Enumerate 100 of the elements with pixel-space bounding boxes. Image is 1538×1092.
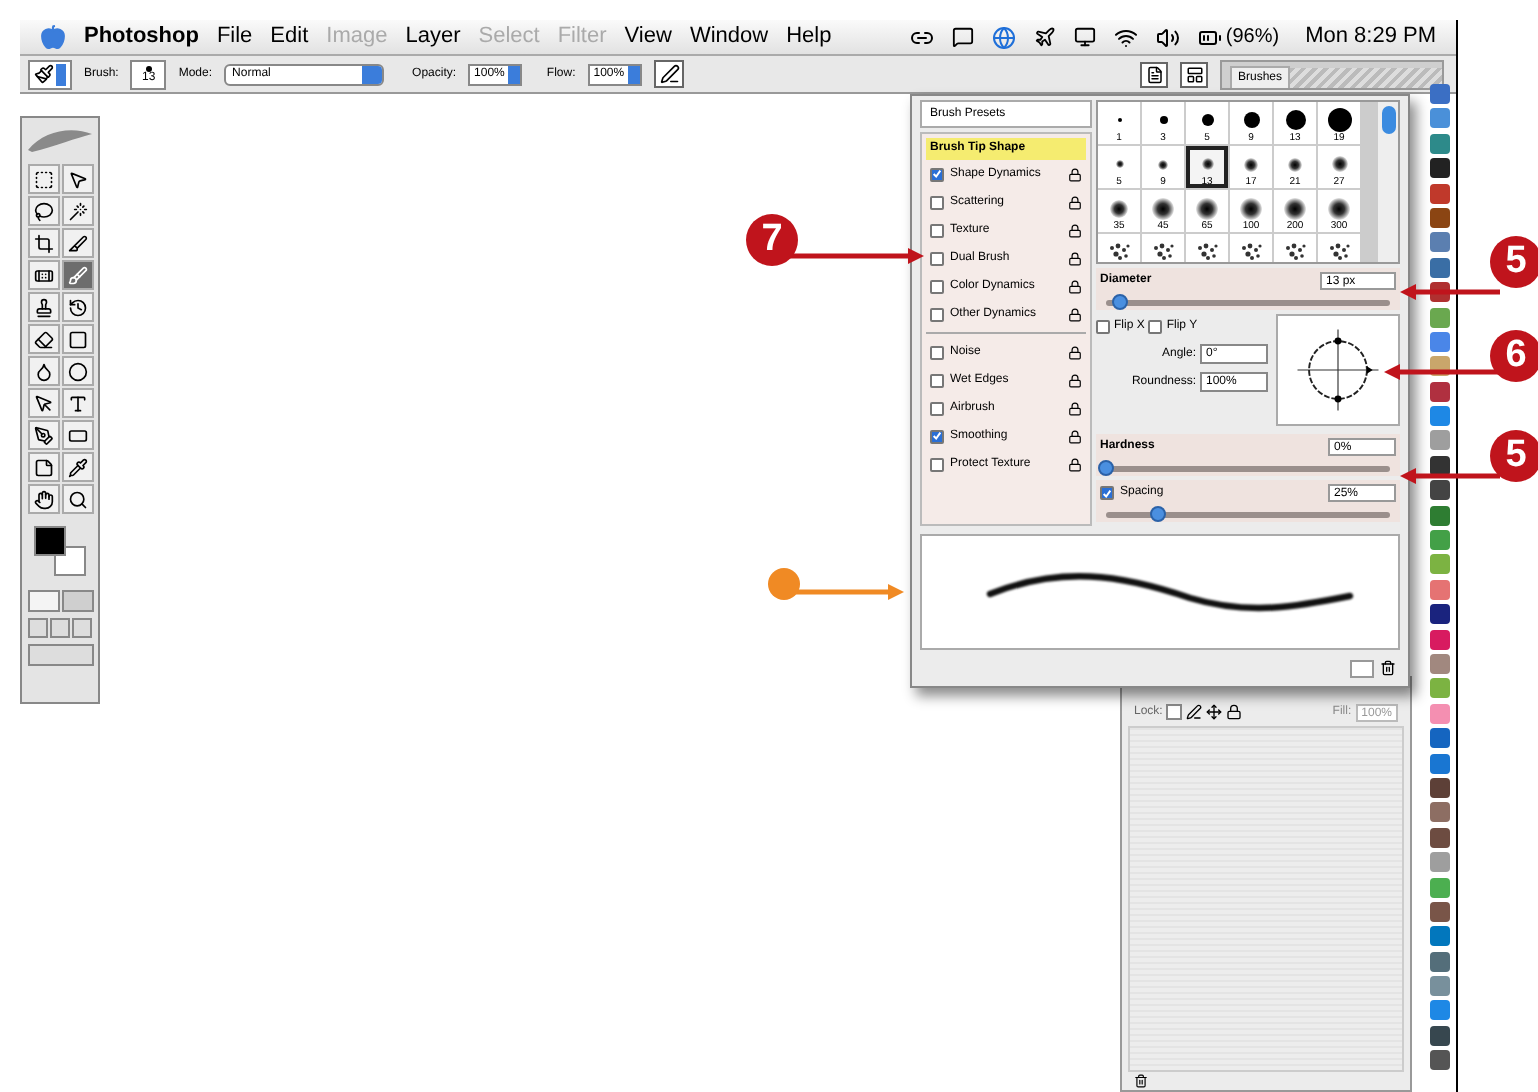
- apple-icon[interactable]: [40, 24, 66, 50]
- tool-button[interactable]: [61, 484, 93, 514]
- checkbox[interactable]: [930, 373, 944, 387]
- tool-button[interactable]: [27, 164, 59, 194]
- menu-item[interactable]: Help: [786, 20, 832, 54]
- palette-button[interactable]: [1180, 61, 1208, 87]
- lock-icon[interactable]: [1068, 279, 1082, 293]
- slider-thumb[interactable]: [1149, 506, 1166, 522]
- lock-icon[interactable]: [1068, 251, 1082, 265]
- tool-button[interactable]: [61, 388, 93, 418]
- lock-icon[interactable]: [1068, 345, 1082, 359]
- checkbox[interactable]: [930, 167, 944, 181]
- battery-percent: (96%): [1225, 24, 1280, 52]
- blur-tool-icon: [33, 361, 53, 381]
- menu-item[interactable]: File: [216, 20, 253, 54]
- tool-button[interactable]: [61, 196, 93, 226]
- scroll-bar[interactable]: [1378, 102, 1398, 262]
- speaker-icon[interactable]: [1155, 25, 1180, 49]
- battery-icon[interactable]: [1197, 25, 1222, 49]
- lock-icon[interactable]: [1068, 373, 1082, 387]
- checkbox[interactable]: [1100, 486, 1114, 500]
- lasso-tool-icon: [33, 201, 53, 221]
- scatter-brush-tip-icon: [1151, 242, 1175, 262]
- menu-item[interactable]: Layer: [405, 20, 461, 54]
- quick-mask-button[interactable]: [61, 590, 93, 612]
- tool-button[interactable]: [27, 228, 59, 258]
- tool-button[interactable]: [61, 420, 93, 450]
- lock-icon[interactable]: [1068, 429, 1082, 443]
- brush-tool-icon: [67, 265, 87, 285]
- hard-brush-tip-icon: [1159, 116, 1167, 124]
- checkbox[interactable]: [930, 223, 944, 237]
- lock-transparency-icon[interactable]: [1166, 704, 1183, 720]
- delete-layer-icon[interactable]: [1134, 1074, 1148, 1088]
- tool-button[interactable]: [27, 484, 59, 514]
- plane-icon[interactable]: [1033, 26, 1056, 48]
- menu-item[interactable]: View: [624, 20, 672, 54]
- jump-to-button[interactable]: [27, 644, 93, 666]
- checkbox[interactable]: [930, 307, 944, 321]
- lock-icon[interactable]: [1068, 167, 1082, 181]
- tool-button[interactable]: [27, 452, 59, 482]
- checkbox[interactable]: [930, 279, 944, 293]
- display-icon[interactable]: [1073, 26, 1096, 48]
- checkbox[interactable]: [930, 429, 944, 443]
- tool-button[interactable]: [61, 292, 93, 322]
- soft-brush-tip-icon: [1152, 197, 1174, 219]
- menu-item[interactable]: Window: [689, 20, 769, 54]
- brush-angle-widget[interactable]: [1276, 314, 1400, 426]
- airbrush-button[interactable]: [654, 60, 685, 88]
- clock[interactable]: Mon 8:29 PM: [1305, 20, 1436, 54]
- slider-track[interactable]: [1106, 512, 1390, 518]
- scatter-brush-tip-icon: [1327, 242, 1351, 262]
- standard-mode-button[interactable]: [27, 590, 59, 612]
- file-browser-button[interactable]: [1140, 61, 1168, 87]
- crop-tool-icon: [33, 233, 53, 253]
- slider-thumb[interactable]: [1112, 294, 1129, 310]
- menu-item[interactable]: Edit: [270, 20, 309, 54]
- healing-brush-tool-icon: [33, 265, 53, 285]
- path-selection-tool-icon: [33, 393, 53, 413]
- chat-icon[interactable]: [951, 26, 974, 48]
- dock-app-icon[interactable]: [1429, 604, 1449, 625]
- color-swatches-drawing[interactable]: [30, 524, 90, 580]
- checkbox[interactable]: [1096, 320, 1110, 334]
- tool-button[interactable]: [27, 292, 59, 322]
- tool-button[interactable]: [27, 196, 59, 226]
- lock-icon[interactable]: [1068, 457, 1082, 471]
- tool-button[interactable]: [61, 164, 93, 194]
- checkbox[interactable]: [930, 457, 944, 471]
- menu-item[interactable]: Photoshop: [84, 20, 199, 54]
- lock-image-icon[interactable]: [1186, 704, 1203, 720]
- checkbox[interactable]: [930, 251, 944, 265]
- tool-button[interactable]: [61, 356, 93, 386]
- soft-brush-tip-icon: [1240, 197, 1262, 219]
- tool-button[interactable]: [27, 260, 59, 290]
- delete-icon[interactable]: [1380, 660, 1396, 676]
- tool-button[interactable]: [27, 356, 59, 386]
- checkbox[interactable]: [1148, 320, 1163, 334]
- checkbox[interactable]: [930, 195, 944, 209]
- slider-thumb[interactable]: [1098, 460, 1114, 476]
- dock-app-icon[interactable]: [1429, 158, 1449, 179]
- lock-icon[interactable]: [1068, 307, 1082, 321]
- lock-icon[interactable]: [1068, 401, 1082, 415]
- lock-icon[interactable]: [1068, 195, 1082, 209]
- globe-icon[interactable]: [991, 25, 1016, 49]
- dock-app-icon[interactable]: [1429, 480, 1449, 501]
- wifi-icon[interactable]: [1113, 25, 1138, 49]
- tool-button[interactable]: [61, 452, 93, 482]
- lock-all-icon[interactable]: [1226, 704, 1243, 720]
- hard-brush-tip-icon: [1327, 108, 1351, 132]
- tool-button[interactable]: [27, 420, 59, 450]
- tool-button[interactable]: [61, 228, 93, 258]
- tool-button[interactable]: [27, 388, 59, 418]
- checkbox[interactable]: [930, 345, 944, 359]
- checkbox[interactable]: [930, 401, 944, 415]
- dock-app-icon[interactable]: [1429, 1050, 1449, 1071]
- tool-preset-picker[interactable]: [28, 59, 72, 89]
- lock-position-icon[interactable]: [1206, 704, 1223, 720]
- lock-icon[interactable]: [1068, 223, 1082, 237]
- slider-track[interactable]: [1106, 300, 1390, 306]
- tool-button[interactable]: [27, 324, 59, 354]
- tool-button[interactable]: [61, 324, 93, 354]
